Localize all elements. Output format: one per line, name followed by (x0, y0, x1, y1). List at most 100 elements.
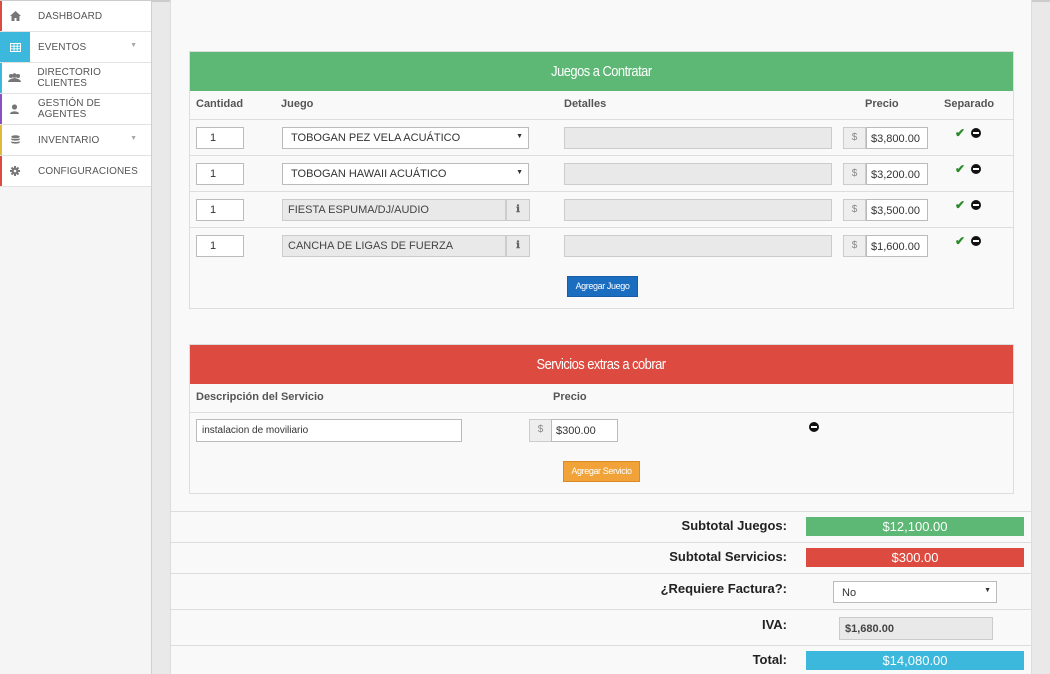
price-input[interactable]: $1,600.00 (866, 235, 928, 257)
add-game-button[interactable]: Agregar Juego (567, 276, 638, 297)
add-service-button[interactable]: Agregar Servicio (563, 461, 640, 482)
col-descripcion: Descripción del Servicio (196, 391, 324, 403)
details-field (564, 199, 832, 221)
col-juego: Juego (281, 98, 314, 110)
sidebar-item-label: GESTIÓN DE AGENTES (37, 98, 101, 120)
price-input[interactable]: $3,800.00 (866, 127, 928, 149)
sidebar-item-configuraciones[interactable]: CONFIGURACIONES (0, 156, 151, 187)
accent-bar (0, 94, 2, 124)
caret-down-icon: ▼ (516, 169, 523, 176)
table-row: 1 TOBOGAN HAWAII ACUÁTICO ▼ $ $3,200.00 ✔ (190, 155, 1013, 191)
quantity-input[interactable]: 1 (196, 127, 244, 149)
servicios-table-header: Descripción del Servicio Precio (190, 384, 1013, 412)
remove-icon[interactable] (971, 200, 981, 210)
check-icon[interactable]: ✔ (955, 126, 965, 140)
game-select-value: TOBOGAN HAWAII ACUÁTICO (291, 168, 447, 180)
user-icon (0, 94, 30, 124)
currency-addon: $ (843, 235, 866, 257)
remove-icon[interactable] (971, 128, 981, 138)
info-icon[interactable]: ℹ (506, 199, 530, 221)
table-row: instalacion de moviliario $ $300.00 (190, 412, 1013, 448)
sidebar-item-eventos[interactable]: EVENTOS ▼ (0, 32, 151, 63)
sidebar-item-label: DASHBOARD (38, 10, 103, 22)
quantity-input[interactable]: 1 (196, 235, 244, 257)
subtotal-juegos-value: $12,100.00 (806, 517, 1024, 536)
remove-icon[interactable] (971, 164, 981, 174)
sidebar: DASHBOARD EVENTOS ▼ DIRECTORIO CLIENTES … (0, 0, 152, 674)
total-row: Total: $14,080.00 (171, 645, 1031, 674)
info-icon[interactable]: ℹ (506, 235, 530, 257)
currency-addon: $ (529, 419, 552, 442)
table-icon (0, 32, 30, 62)
check-icon[interactable]: ✔ (955, 234, 965, 248)
caret-down-icon: ▼ (984, 587, 991, 594)
factura-select-value: No (842, 587, 857, 599)
sidebar-item-inventario[interactable]: INVENTARIO ▼ (0, 125, 151, 156)
price-input[interactable]: $3,500.00 (866, 199, 928, 221)
servicios-panel: Servicios extras a cobrar Descripción de… (189, 344, 1014, 494)
total-label: Total: (752, 652, 787, 667)
database-icon (0, 125, 30, 155)
juegos-table-header: Cantidad Juego Detalles Precio Separado (190, 91, 1013, 119)
game-select-value: TOBOGAN PEZ VELA ACUÁTICO (291, 132, 461, 144)
check-icon[interactable]: ✔ (955, 162, 965, 176)
game-select[interactable]: TOBOGAN HAWAII ACUÁTICO ▼ (282, 163, 529, 185)
subtotal-servicios-row: Subtotal Servicios: $300.00 (171, 542, 1031, 573)
accent-bar (0, 125, 2, 155)
chevron-down-icon: ▼ (130, 42, 137, 49)
juegos-title: Juegos a Contratar (551, 63, 652, 80)
service-description-input[interactable]: instalacion de moviliario (196, 419, 462, 442)
service-price-input[interactable]: $300.00 (551, 419, 618, 442)
table-row: 1 TOBOGAN PEZ VELA ACUÁTICO ▼ $ $3,800.00… (190, 119, 1013, 155)
game-readonly-field: FIESTA ESPUMA/DJ/AUDIO (282, 199, 506, 221)
game-readonly-field: CANCHA DE LIGAS DE FUERZA (282, 235, 506, 257)
details-field (564, 235, 832, 257)
col-cantidad: Cantidad (196, 98, 244, 110)
servicios-header: Servicios extras a cobrar (190, 345, 1013, 384)
details-field (564, 163, 832, 185)
quantity-input[interactable]: 1 (196, 163, 244, 185)
table-row: 1 CANCHA DE LIGAS DE FUERZA ℹ $ $1,600.0… (190, 227, 1013, 263)
factura-row: ¿Requiere Factura?: No ▼ (171, 573, 1031, 609)
sidebar-item-label: EVENTOS (38, 41, 87, 53)
factura-label: ¿Requiere Factura?: (660, 581, 787, 596)
iva-field: $1,680.00 (839, 617, 993, 640)
iva-label: IVA: (761, 617, 787, 632)
subtotal-servicios-label: Subtotal Servicios: (669, 549, 787, 564)
subtotal-juegos-label: Subtotal Juegos: (681, 518, 787, 533)
col-detalles: Detalles (564, 98, 607, 110)
sidebar-item-label: DIRECTORIO CLIENTES (37, 67, 101, 89)
main-content: Juegos a Contratar Cantidad Juego Detall… (170, 0, 1032, 674)
currency-addon: $ (843, 163, 866, 185)
subtotal-servicios-value: $300.00 (806, 548, 1024, 567)
total-value: $14,080.00 (806, 651, 1024, 670)
check-icon[interactable]: ✔ (955, 198, 965, 212)
juegos-panel: Juegos a Contratar Cantidad Juego Detall… (189, 51, 1014, 309)
chevron-down-icon: ▼ (130, 135, 137, 142)
sidebar-item-gestion-agentes[interactable]: GESTIÓN DE AGENTES (0, 94, 151, 125)
sidebar-item-directorio-clientes[interactable]: DIRECTORIO CLIENTES (0, 63, 151, 94)
users-icon (0, 63, 29, 93)
servicios-title: Servicios extras a cobrar (536, 356, 667, 373)
sidebar-item-label: INVENTARIO (38, 134, 100, 146)
game-select[interactable]: TOBOGAN PEZ VELA ACUÁTICO ▼ (282, 127, 529, 149)
gear-icon (0, 156, 30, 186)
col-precio: Precio (865, 98, 899, 110)
caret-down-icon: ▼ (516, 133, 523, 140)
remove-icon[interactable] (809, 422, 819, 432)
currency-addon: $ (843, 199, 866, 221)
accent-bar (0, 63, 2, 93)
col-separado: Separado (944, 98, 995, 110)
currency-addon: $ (843, 127, 866, 149)
factura-select[interactable]: No ▼ (833, 581, 997, 603)
sidebar-item-dashboard[interactable]: DASHBOARD (0, 1, 151, 32)
quantity-input[interactable]: 1 (196, 199, 244, 221)
price-input[interactable]: $3,200.00 (866, 163, 928, 185)
table-row: 1 FIESTA ESPUMA/DJ/AUDIO ℹ $ $3,500.00 ✔ (190, 191, 1013, 227)
juegos-header: Juegos a Contratar (190, 52, 1013, 91)
accent-bar (0, 156, 2, 186)
remove-icon[interactable] (971, 236, 981, 246)
col-precio: Precio (553, 391, 587, 403)
subtotal-juegos-row: Subtotal Juegos: $12,100.00 (171, 511, 1031, 542)
home-icon (0, 1, 30, 31)
